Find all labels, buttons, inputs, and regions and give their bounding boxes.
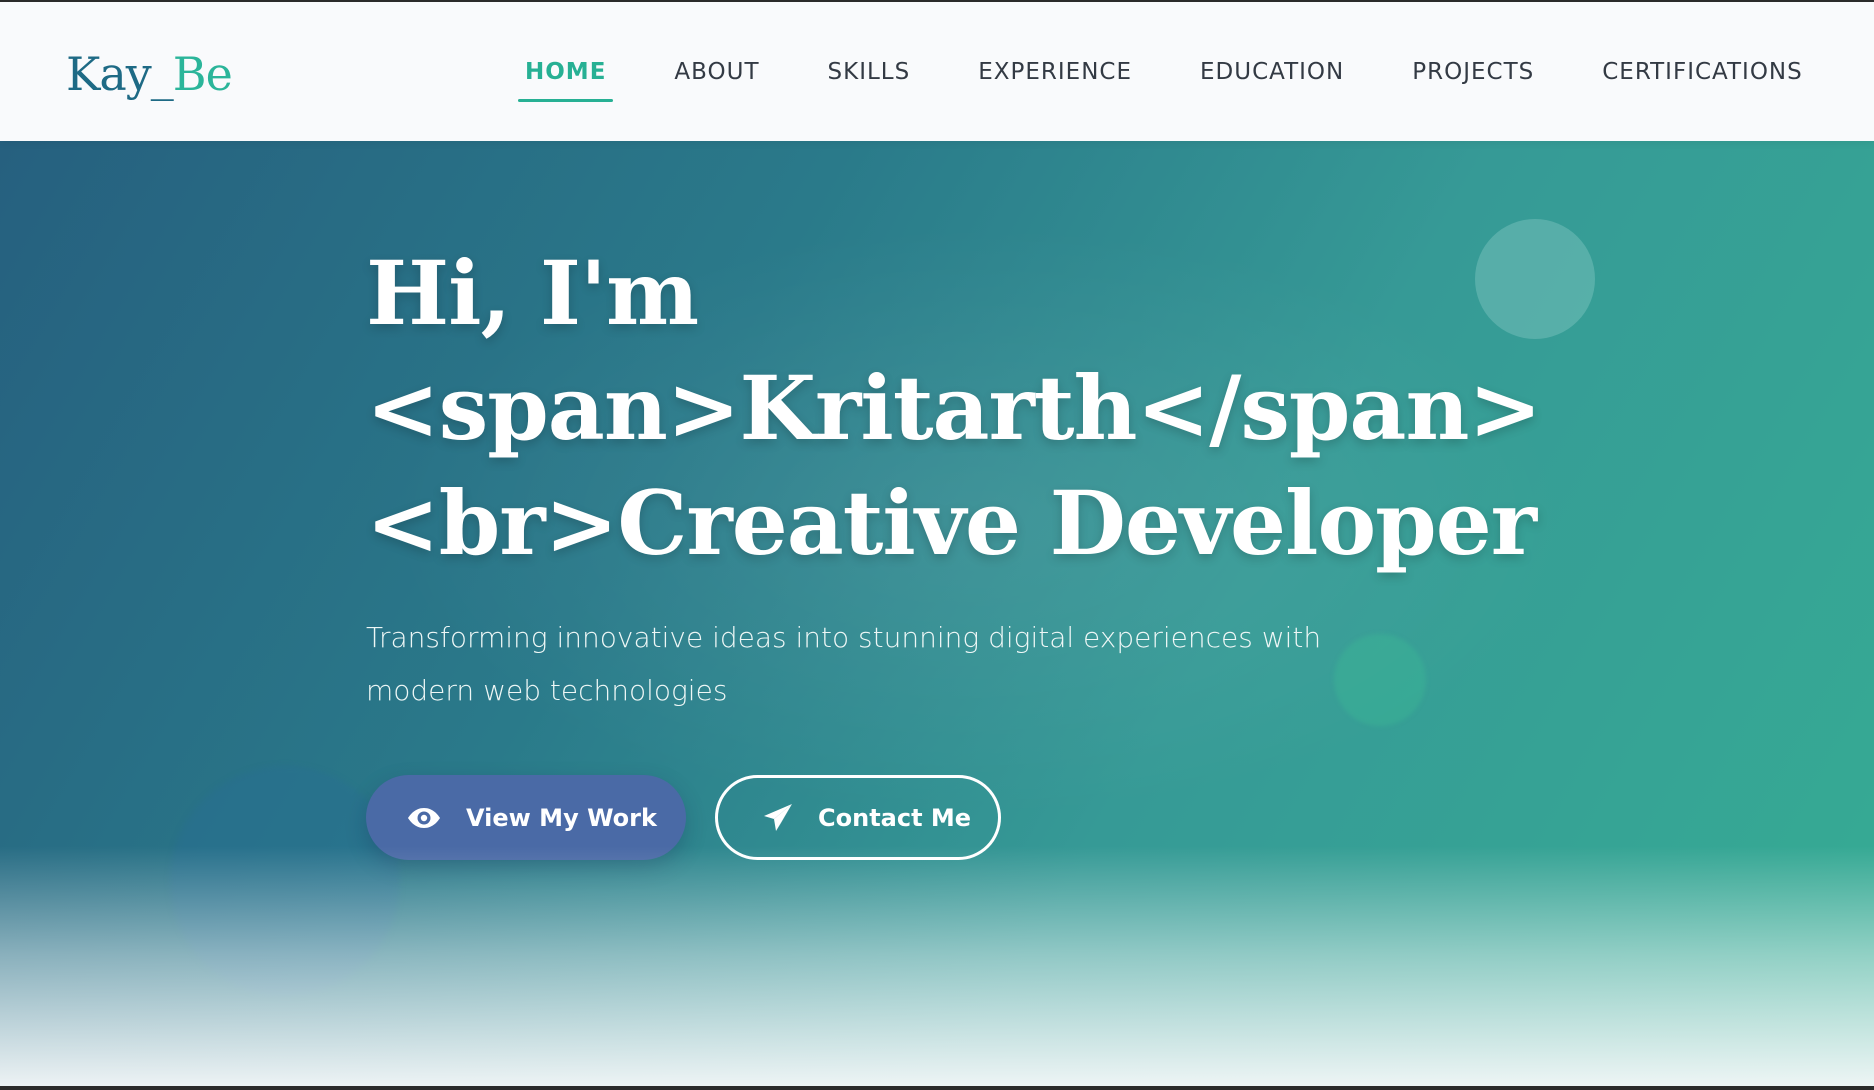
eye-icon — [406, 800, 442, 836]
hero-subtitle: Transforming innovative ideas into stunn… — [366, 621, 1322, 707]
main-navigation: HOME ABOUT SKILLS EXPERIENCE EDUCATION P… — [517, 52, 1803, 102]
nav-link-about[interactable]: ABOUT — [674, 52, 759, 92]
hero-heading-line2: <span>Kritarth</span> — [366, 356, 1542, 460]
hero-bottom-fade — [0, 846, 1874, 1086]
hero-section: Hi, I'm <span>Kritarth</span> <br>Creati… — [0, 141, 1874, 1086]
nav-link-skills[interactable]: SKILLS — [828, 52, 911, 92]
contact-me-label: Contact Me — [818, 803, 972, 832]
browser-viewport: Kay_Be HOME ABOUT SKILLS EXPERIENCE EDUC… — [0, 2, 1874, 1086]
nav-link-home[interactable]: HOME — [517, 52, 614, 102]
navbar: Kay_Be HOME ABOUT SKILLS EXPERIENCE EDUC… — [0, 2, 1874, 141]
hero-heading-line3: <br>Creative Developer — [366, 471, 1537, 575]
logo-text-part2: Be — [172, 47, 233, 101]
paper-plane-icon — [760, 800, 796, 836]
nav-link-education[interactable]: EDUCATION — [1200, 52, 1344, 92]
nav-link-certifications[interactable]: CERTIFICATIONS — [1602, 52, 1803, 92]
hero-heading-line1: Hi, I'm — [366, 241, 699, 345]
hero-heading: Hi, I'm <span>Kritarth</span> <br>Creati… — [366, 236, 1566, 581]
decorative-bubble — [1334, 634, 1426, 726]
logo-text-part1: Kay_ — [66, 47, 174, 101]
nav-link-projects[interactable]: PROJECTS — [1412, 52, 1534, 92]
site-logo[interactable]: Kay_Be — [66, 44, 233, 104]
view-my-work-label: View My Work — [466, 803, 657, 832]
nav-link-experience[interactable]: EXPERIENCE — [978, 52, 1132, 92]
